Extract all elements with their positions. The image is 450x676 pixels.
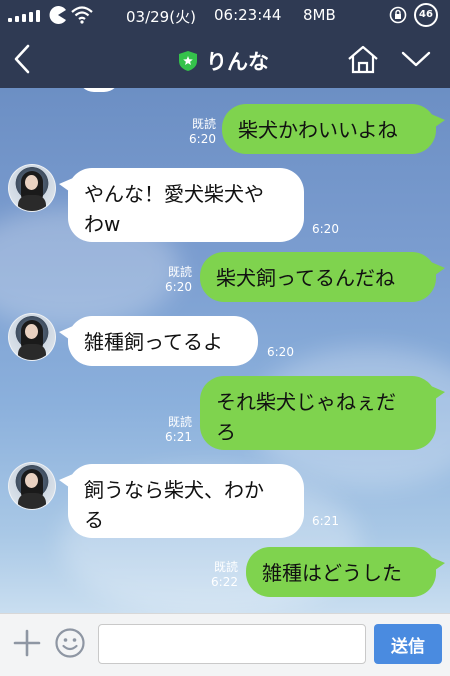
- message-bubble-sent[interactable]: 柴犬飼ってるんだね: [200, 252, 445, 302]
- status-memory: 8MB: [303, 6, 336, 24]
- message-bubble-sent[interactable]: それ柴犬じゃねぇだ ろ: [200, 376, 445, 450]
- home-icon[interactable]: [346, 44, 380, 74]
- chat-header: りんな: [0, 30, 450, 88]
- rotation-lock-icon: [389, 6, 407, 24]
- chat-title: りんな: [206, 50, 269, 74]
- message-meta: 既読 6:22: [198, 560, 238, 590]
- message-bubble-sent[interactable]: 雑種はどうした: [246, 547, 445, 597]
- shield-star-icon: [179, 51, 197, 71]
- send-button[interactable]: 送信: [374, 624, 442, 664]
- battery-icon: 46: [414, 3, 438, 27]
- partial-message-bubble: [78, 88, 120, 92]
- carrier-icon: [49, 6, 66, 24]
- message-time: 6:20: [312, 222, 339, 236]
- emoji-icon[interactable]: [54, 627, 86, 659]
- message-meta: 既読 6:21: [152, 415, 192, 445]
- message-time: 6:21: [165, 430, 192, 444]
- read-receipt: 既読: [213, 560, 238, 574]
- message-time: 6:20: [267, 345, 294, 359]
- message-bubble-received[interactable]: やんな！愛犬柴犬や わw: [59, 168, 304, 242]
- message-bubble-received[interactable]: 雑種飼ってるよ: [59, 316, 258, 366]
- signal-strength-icon: [8, 10, 40, 22]
- avatar[interactable]: [8, 462, 56, 510]
- read-receipt: 既読: [191, 117, 216, 131]
- status-date: 03/29(火): [126, 8, 196, 26]
- back-arrow-icon[interactable]: [10, 42, 34, 76]
- chat-title-group: りんな: [178, 46, 269, 76]
- message-time: 6:22: [211, 575, 238, 589]
- message-bubble-received[interactable]: 飼うなら柴犬、わか る: [59, 464, 304, 538]
- read-receipt: 既読: [167, 415, 192, 429]
- chat-area[interactable]: 既読 6:20 柴犬かわいいよね やんな！愛犬柴犬や わw 6:20 既読 6:…: [0, 88, 450, 613]
- message-meta: 既読 6:20: [176, 117, 216, 147]
- message-input[interactable]: [98, 624, 366, 664]
- read-receipt: 既読: [167, 265, 192, 279]
- wifi-icon: [71, 6, 93, 24]
- message-bubble-sent[interactable]: 柴犬かわいいよね: [222, 104, 445, 154]
- avatar[interactable]: [8, 313, 56, 361]
- message-time: 6:20: [165, 280, 192, 294]
- message-time: 6:21: [312, 514, 339, 528]
- status-bar: 03/29(火) 06:23:44 8MB 46: [0, 0, 450, 30]
- message-meta: 既読 6:20: [152, 265, 192, 295]
- avatar[interactable]: [8, 164, 56, 212]
- plus-icon[interactable]: [12, 628, 42, 658]
- input-bar: 送信: [0, 613, 450, 676]
- message-time: 6:20: [189, 132, 216, 146]
- status-time: 06:23:44: [214, 6, 282, 24]
- chevron-down-icon[interactable]: [400, 48, 432, 70]
